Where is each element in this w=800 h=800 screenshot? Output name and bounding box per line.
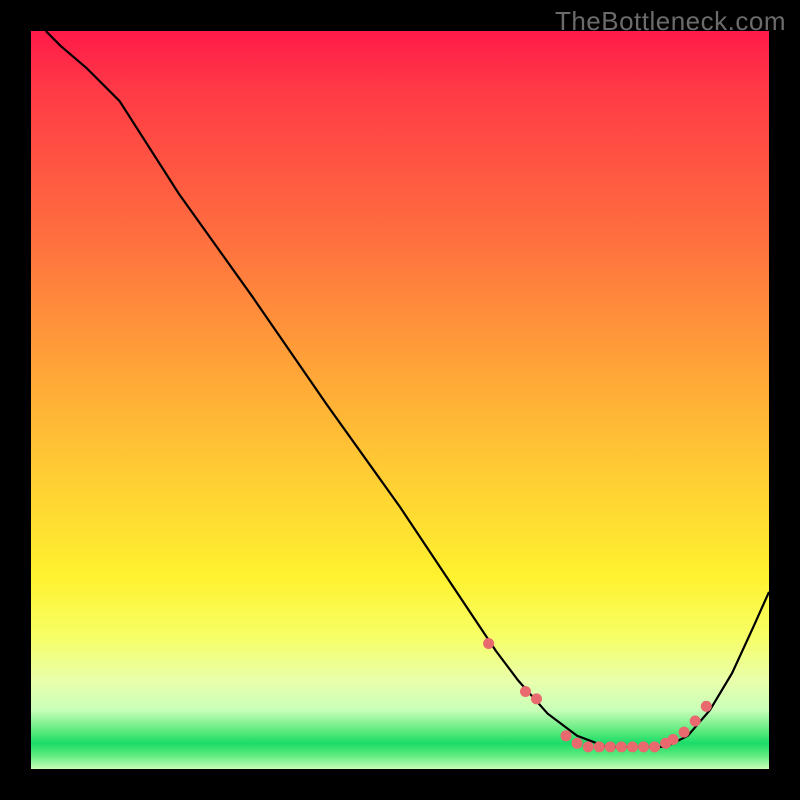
highlight-point (605, 741, 616, 752)
highlight-point (690, 716, 701, 727)
highlight-point (616, 741, 627, 752)
highlight-point (594, 741, 605, 752)
bottleneck-curve-line (46, 31, 769, 747)
highlight-point (701, 701, 712, 712)
highlight-point (483, 638, 494, 649)
highlight-point (679, 727, 690, 738)
highlight-point (561, 730, 572, 741)
highlight-markers (483, 638, 712, 752)
highlight-point (520, 686, 531, 697)
highlight-point (583, 741, 594, 752)
watermark-label: TheBottleneck.com (555, 6, 786, 37)
highlight-point (572, 738, 583, 749)
highlight-point (649, 741, 660, 752)
highlight-point (668, 734, 679, 745)
chart-frame: TheBottleneck.com (0, 0, 800, 800)
curve-layer (31, 31, 769, 769)
highlight-point (531, 693, 542, 704)
plot-area (31, 31, 769, 769)
highlight-point (627, 741, 638, 752)
highlight-point (638, 741, 649, 752)
